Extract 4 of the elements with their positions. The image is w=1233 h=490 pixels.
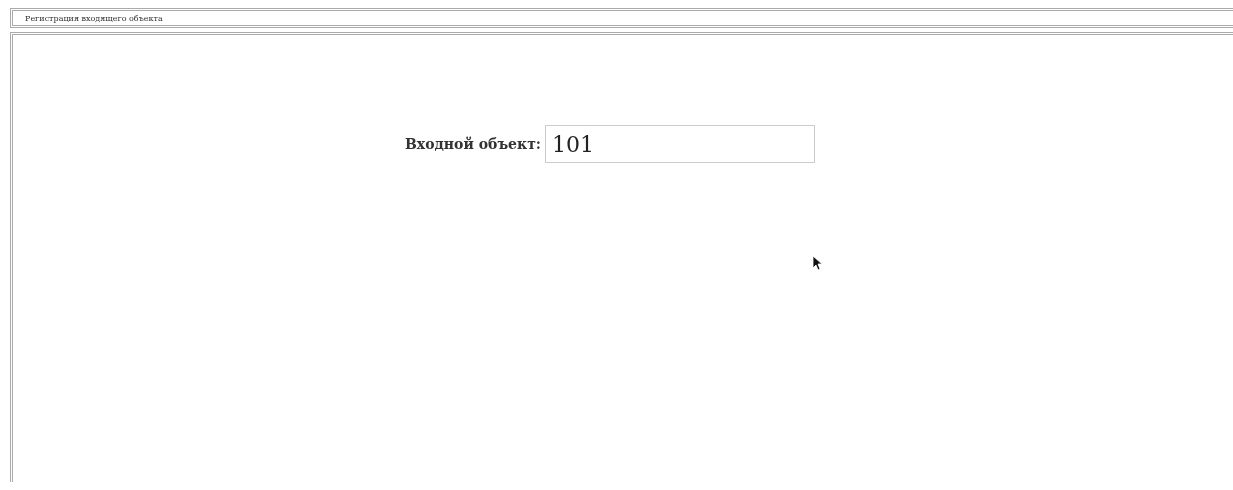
- field-label: Входной объект:: [405, 136, 541, 152]
- window-title: Регистрация входящего объекта: [25, 13, 163, 23]
- mouse-pointer-icon: [812, 255, 822, 271]
- input-field[interactable]: 101: [545, 125, 815, 163]
